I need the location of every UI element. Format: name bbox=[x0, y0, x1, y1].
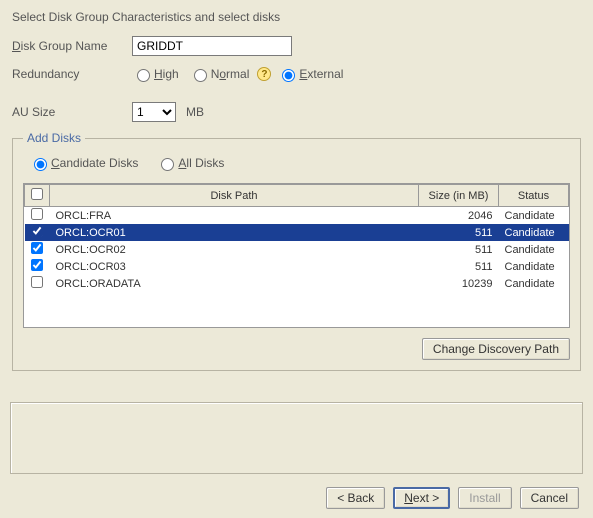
col-size: Size (in MB) bbox=[419, 185, 499, 207]
table-row[interactable]: ORCL:FRA2046Candidate bbox=[25, 207, 569, 225]
row-status: Candidate bbox=[499, 224, 569, 241]
table-row[interactable]: ORCL:OCR03511Candidate bbox=[25, 258, 569, 275]
row-checkbox[interactable] bbox=[31, 225, 43, 237]
back-button[interactable]: < Back bbox=[326, 487, 385, 509]
row-status: Candidate bbox=[499, 241, 569, 258]
row-checkbox[interactable] bbox=[31, 208, 43, 220]
row-size: 511 bbox=[419, 224, 499, 241]
row-size: 511 bbox=[419, 258, 499, 275]
table-row[interactable]: ORCL:OCR01511Candidate bbox=[25, 224, 569, 241]
row-size: 10239 bbox=[419, 275, 499, 292]
wizard-nav: < Back Next > Install Cancel bbox=[0, 478, 593, 518]
disk-group-name-input[interactable] bbox=[132, 36, 292, 56]
row-status: Candidate bbox=[499, 207, 569, 225]
install-button: Install bbox=[458, 487, 511, 509]
au-size-unit: MB bbox=[186, 105, 204, 119]
row-path: ORCL:ORADATA bbox=[50, 275, 419, 292]
row-path: ORCL:OCR01 bbox=[50, 224, 419, 241]
add-disks-fieldset: Add Disks Candidate Disks All Disks Disk… bbox=[12, 138, 581, 371]
table-row[interactable]: ORCL:ORADATA10239Candidate bbox=[25, 275, 569, 292]
row-status: Candidate bbox=[499, 258, 569, 275]
select-all-checkbox[interactable] bbox=[31, 188, 43, 200]
next-button[interactable]: Next > bbox=[393, 487, 450, 509]
row-checkbox[interactable] bbox=[31, 276, 43, 288]
row-path: ORCL:FRA bbox=[50, 207, 419, 225]
au-size-select[interactable]: 1 bbox=[132, 102, 176, 122]
row-checkbox[interactable] bbox=[31, 242, 43, 254]
row-checkbox[interactable] bbox=[31, 259, 43, 271]
row-path: ORCL:OCR02 bbox=[50, 241, 419, 258]
header-checkbox-cell[interactable] bbox=[25, 185, 50, 207]
disk-group-name-label: Disk Group Name bbox=[12, 39, 132, 53]
all-disks-radio[interactable]: All Disks bbox=[156, 155, 224, 171]
add-disks-legend: Add Disks bbox=[23, 131, 85, 145]
row-size: 511 bbox=[419, 241, 499, 258]
candidate-disks-radio[interactable]: Candidate Disks bbox=[29, 155, 138, 171]
table-row[interactable]: ORCL:OCR02511Candidate bbox=[25, 241, 569, 258]
change-discovery-path-button[interactable]: Change Discovery Path bbox=[422, 338, 570, 360]
disks-table: Disk Path Size (in MB) Status ORCL:FRA20… bbox=[23, 183, 570, 328]
help-icon[interactable]: ? bbox=[257, 67, 271, 81]
row-size: 2046 bbox=[419, 207, 499, 225]
redundancy-external-radio[interactable]: External bbox=[277, 66, 343, 82]
col-status: Status bbox=[499, 185, 569, 207]
au-size-label: AU Size bbox=[12, 105, 132, 119]
row-path: ORCL:OCR03 bbox=[50, 258, 419, 275]
page-title: Select Disk Group Characteristics and se… bbox=[12, 10, 581, 24]
row-status: Candidate bbox=[499, 275, 569, 292]
message-panel bbox=[10, 402, 583, 474]
redundancy-label: Redundancy bbox=[12, 67, 132, 81]
cancel-button[interactable]: Cancel bbox=[520, 487, 579, 509]
redundancy-high-radio[interactable]: High bbox=[132, 66, 179, 82]
redundancy-normal-radio[interactable]: Normal bbox=[189, 66, 250, 82]
col-disk-path: Disk Path bbox=[50, 185, 419, 207]
